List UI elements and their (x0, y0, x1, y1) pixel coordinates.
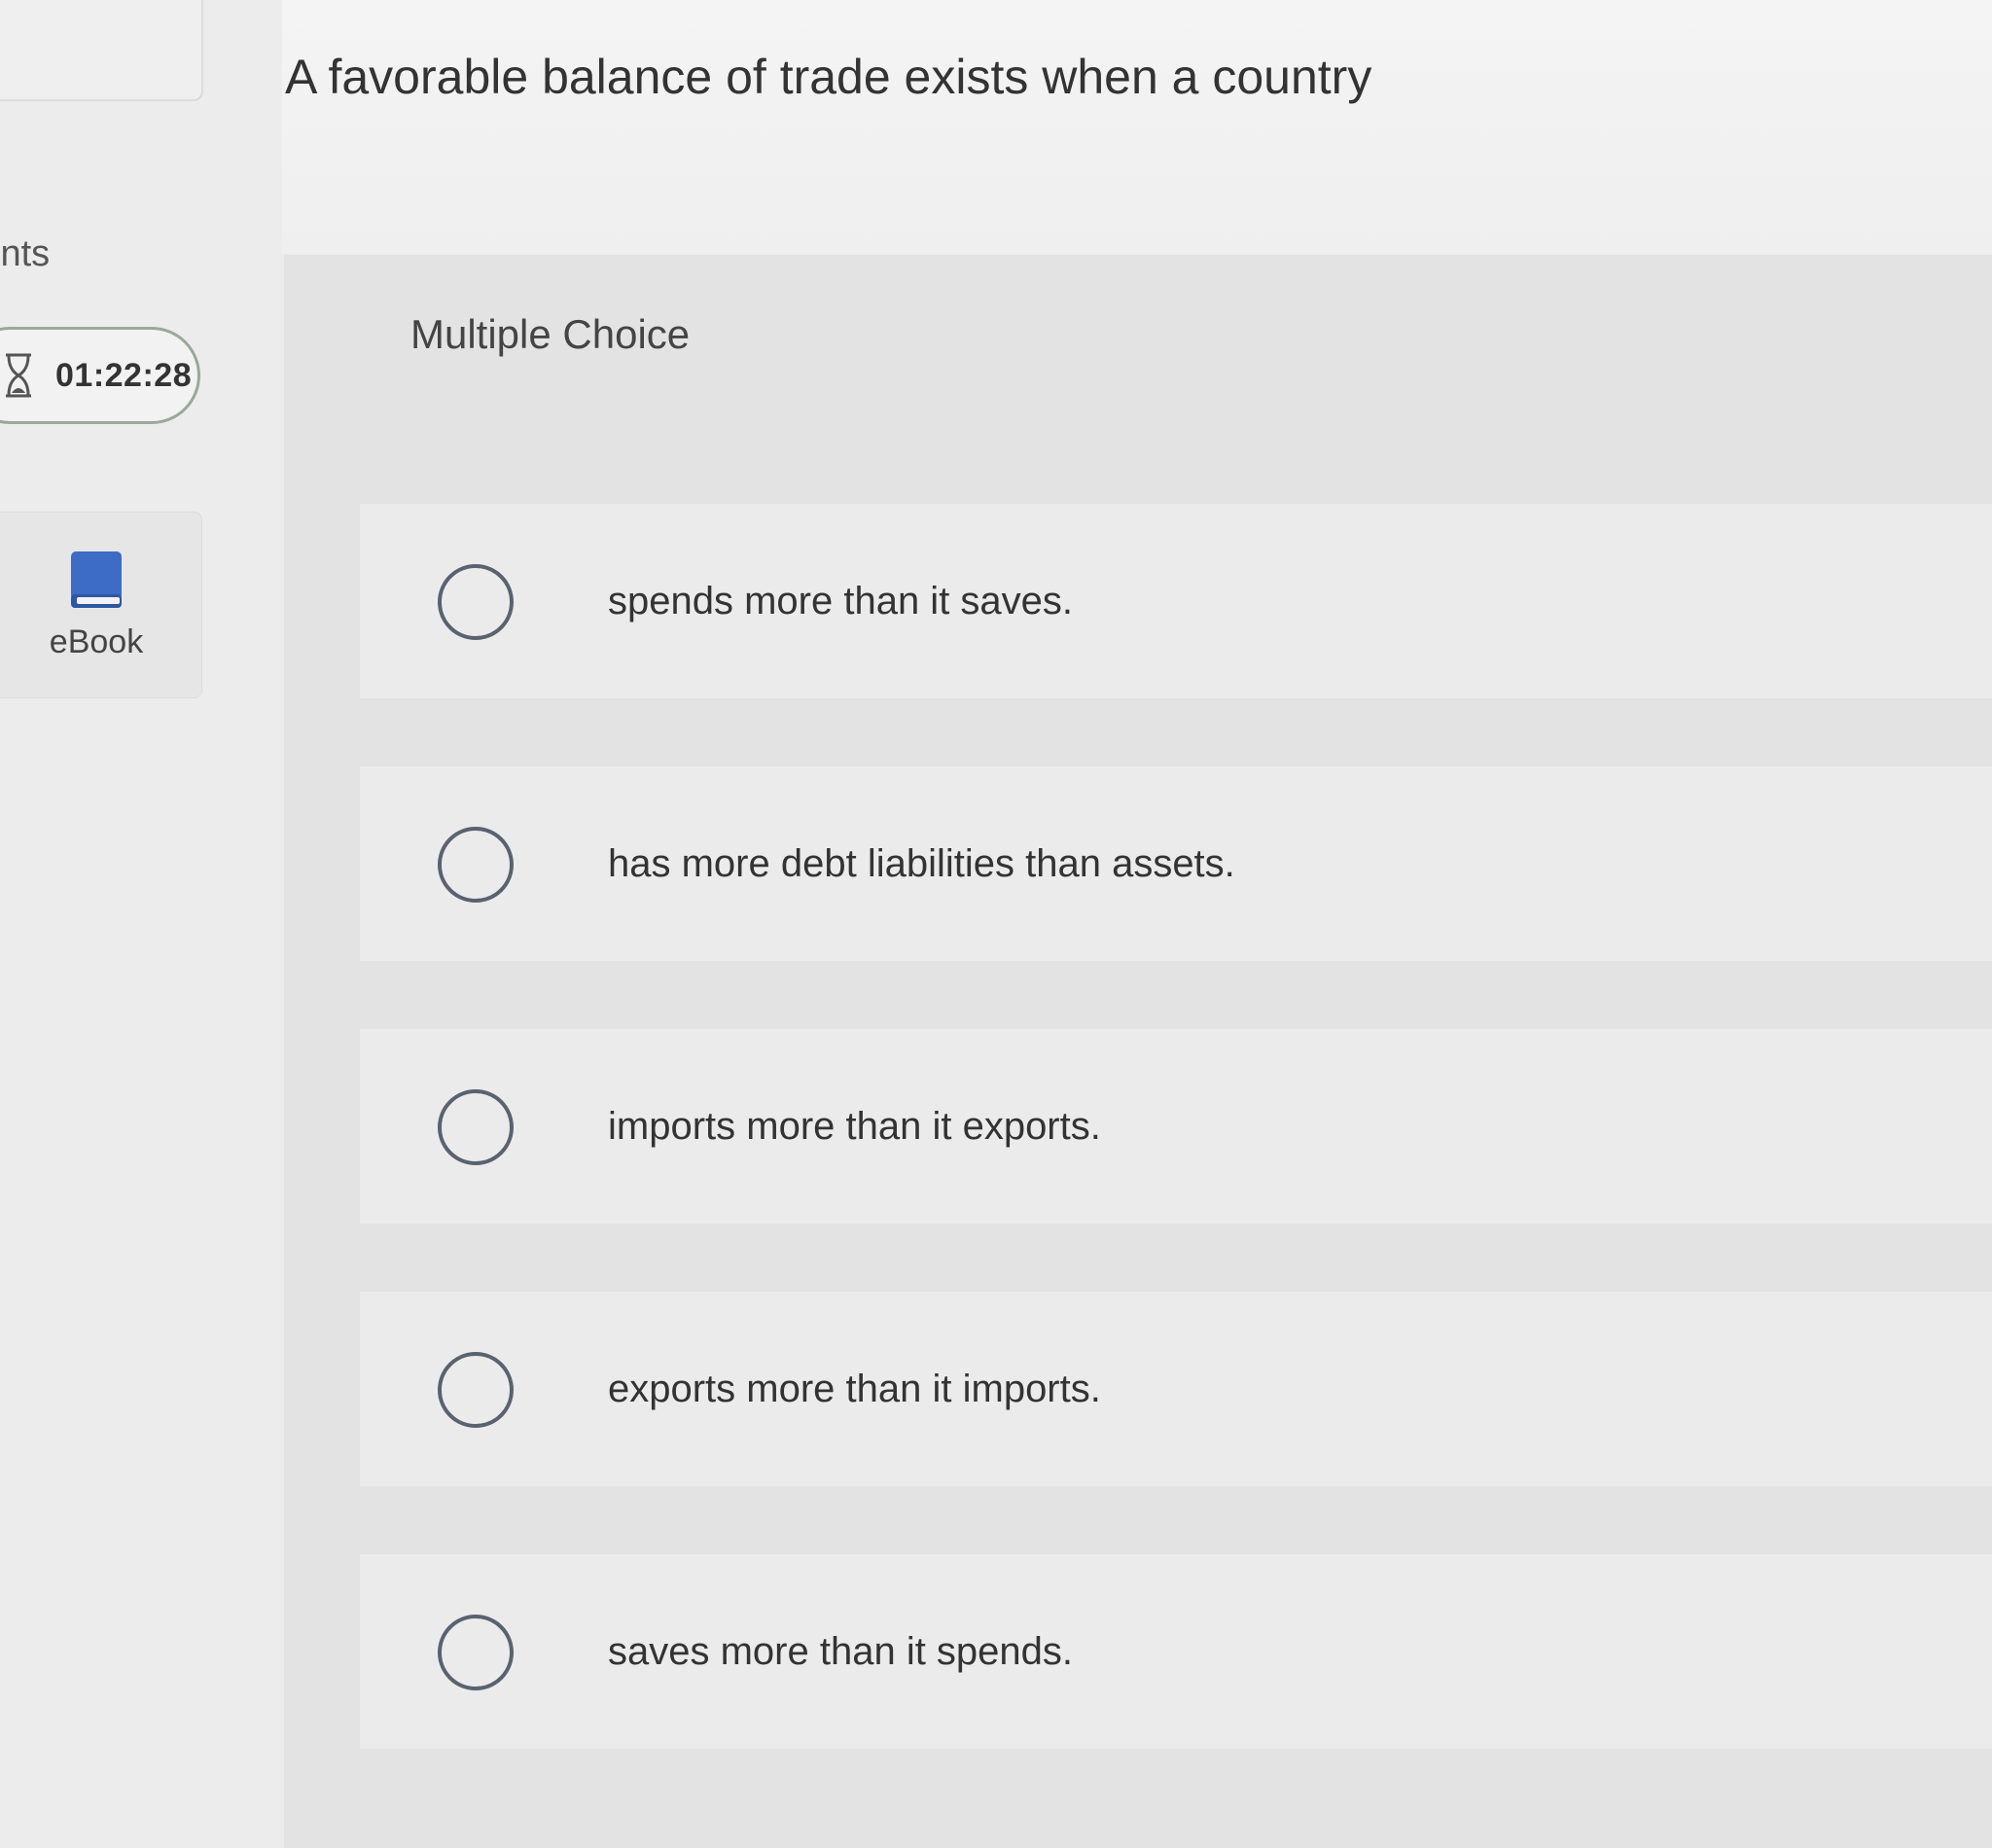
option-label: saves more than it spends. (608, 1630, 1074, 1673)
option-1[interactable]: spends more than it saves. (360, 504, 1992, 766)
option-label: has more debt liabilities than assets. (608, 842, 1235, 885)
timer-value: 01:22:28 (55, 356, 193, 394)
top-background (0, 0, 1992, 253)
question-text: A favorable balance of trade exists when… (285, 50, 1372, 104)
radio-button[interactable] (438, 1615, 514, 1690)
option-background (360, 1292, 1992, 1486)
option-label: imports more than it exports. (608, 1105, 1101, 1148)
top-left-card (0, 0, 203, 101)
radio-button[interactable] (438, 1352, 514, 1428)
option-4[interactable]: exports more than it imports. (360, 1292, 1992, 1554)
option-background (360, 1554, 1992, 1749)
answer-options: spends more than it saves. has more debt… (360, 504, 1992, 1817)
book-icon (71, 551, 122, 608)
option-2[interactable]: has more debt liabilities than assets. (360, 766, 1992, 1029)
option-5[interactable]: saves more than it spends. (360, 1554, 1992, 1817)
option-3[interactable]: imports more than it exports. (360, 1029, 1992, 1292)
option-label: exports more than it imports. (608, 1368, 1101, 1410)
radio-button[interactable] (438, 564, 514, 640)
option-background (360, 504, 1992, 698)
radio-button[interactable] (438, 1089, 514, 1165)
ebook-label: eBook (49, 622, 144, 660)
option-label: spends more than it saves. (608, 580, 1074, 622)
timer-badge[interactable]: 01:22:28 (0, 327, 200, 424)
ebook-button[interactable]: eBook (0, 512, 202, 698)
question-type-label: Multiple Choice (410, 311, 691, 357)
left-sidebar (0, 0, 282, 1848)
option-background (360, 1029, 1992, 1224)
points-label: ints (0, 233, 51, 274)
hourglass-icon (6, 353, 31, 398)
radio-button[interactable] (438, 827, 514, 903)
